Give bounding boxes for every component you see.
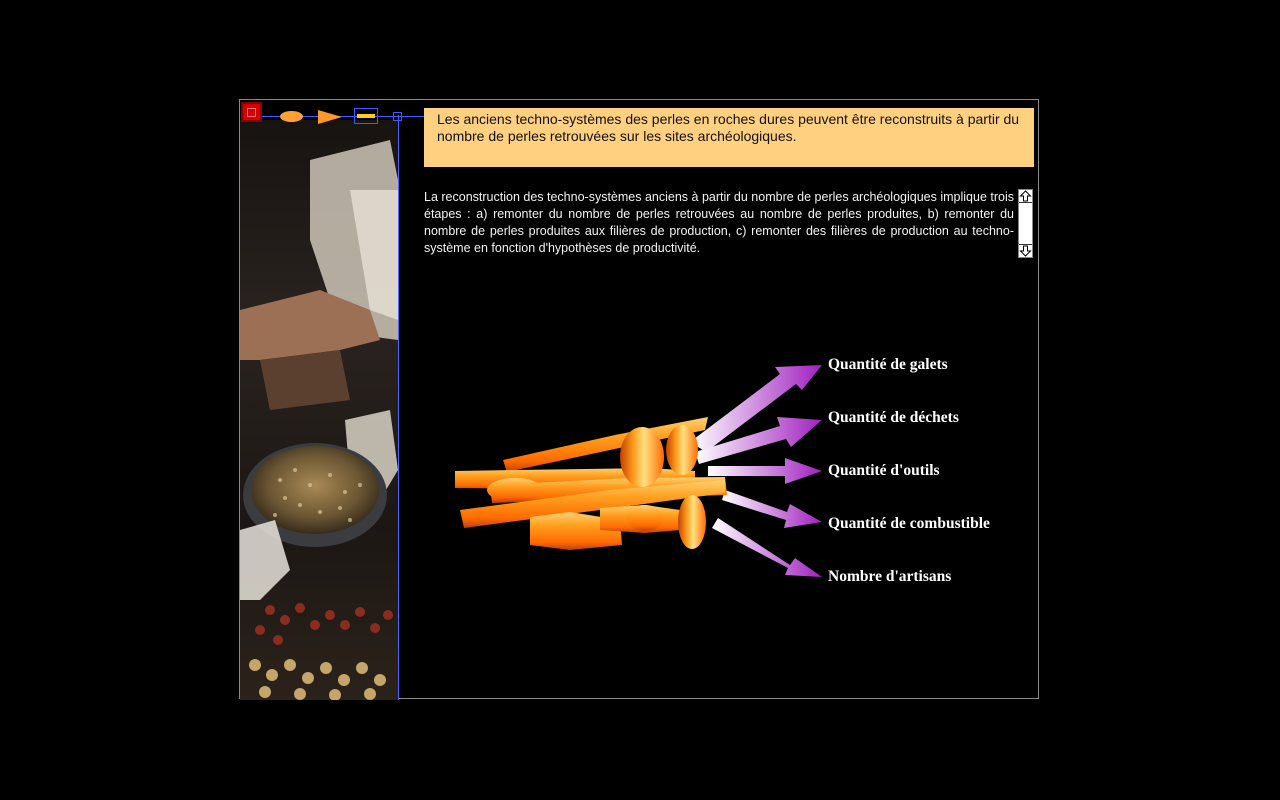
menu-button[interactable] <box>354 108 378 124</box>
arrow-combustible-icon <box>722 490 822 528</box>
label-dechets: Quantité de déchets <box>828 409 959 426</box>
previous-button[interactable] <box>280 111 303 122</box>
small-square-button[interactable] <box>393 112 402 121</box>
arrow-artisans-icon <box>712 518 822 577</box>
scroll-up-button[interactable] <box>1019 190 1032 203</box>
label-combustible: Quantité de combustible <box>828 515 990 532</box>
arrow-down-icon <box>1019 245 1032 257</box>
photo-divider <box>398 115 399 700</box>
label-artisans: Nombre d'artisans <box>828 568 952 585</box>
beads-cluster <box>455 417 727 550</box>
next-button[interactable] <box>318 110 342 124</box>
scroll-down-button[interactable] <box>1019 244 1032 257</box>
arrows <box>690 365 822 577</box>
summary-text: Les anciens techno-systèmes des perles e… <box>437 111 1020 144</box>
home-button[interactable] <box>241 102 262 122</box>
label-galets: Quantité de galets <box>828 356 948 373</box>
body-text: La reconstruction des techno-systèmes an… <box>424 190 1014 255</box>
arrow-up-icon <box>1019 190 1032 202</box>
summary-box: Les anciens techno-systèmes des perles e… <box>424 108 1034 167</box>
text-scrollbar[interactable] <box>1018 189 1033 258</box>
artisan-photo <box>240 120 398 700</box>
label-outils: Quantité d'outils <box>828 462 940 479</box>
